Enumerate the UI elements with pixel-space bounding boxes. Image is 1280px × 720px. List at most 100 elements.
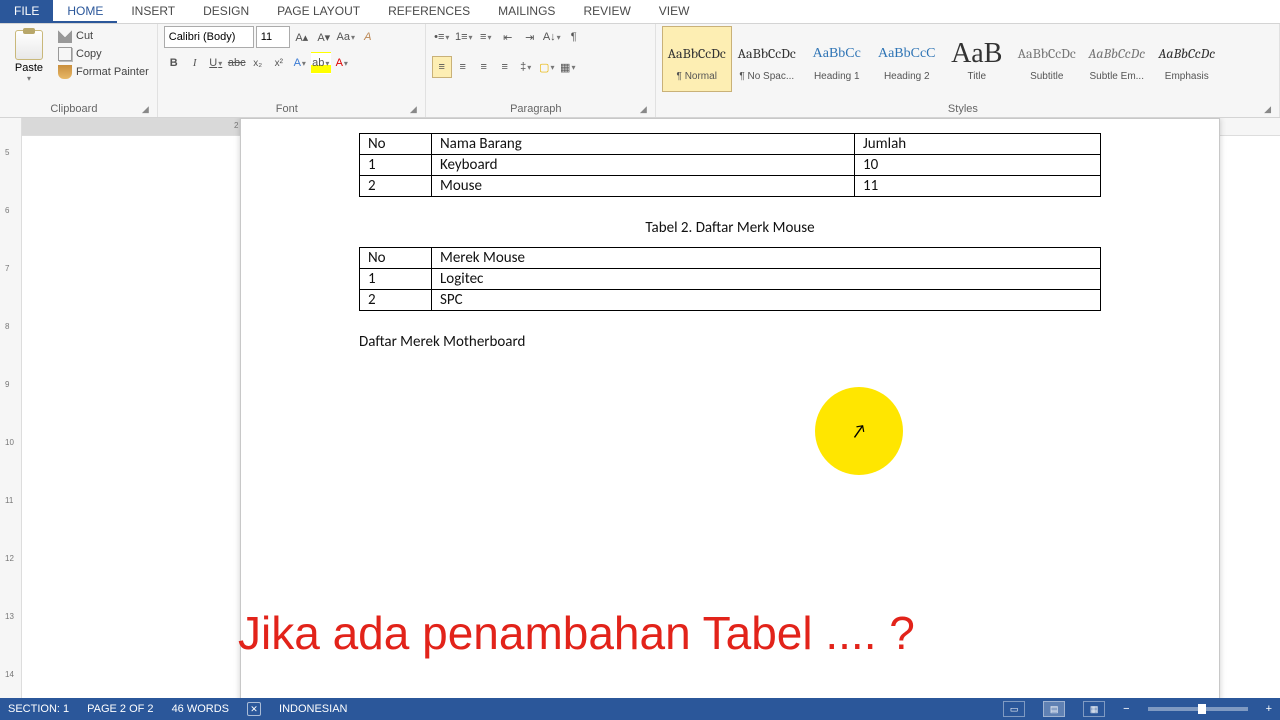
- table-cell[interactable]: SPC: [432, 290, 1101, 311]
- table-1[interactable]: No Nama Barang Jumlah 1 Keyboard 10 2 Mo…: [359, 133, 1101, 197]
- table-cell[interactable]: Keyboard: [432, 155, 855, 176]
- style-swatch[interactable]: AaBbCcCHeading 2: [872, 26, 942, 92]
- superscript-button[interactable]: x²: [269, 52, 289, 74]
- style-swatch[interactable]: AaBbCcDcEmphasis: [1152, 26, 1222, 92]
- shading-button[interactable]: ▢: [537, 56, 557, 78]
- bullets-button[interactable]: •≡: [432, 26, 452, 48]
- table-cell[interactable]: 2: [360, 176, 432, 197]
- status-words[interactable]: 46 WORDS: [172, 703, 229, 715]
- clipboard-group-label: Clipboard: [6, 101, 142, 117]
- format-painter-button[interactable]: Format Painter: [56, 64, 151, 80]
- zoom-in-button[interactable]: +: [1266, 703, 1272, 715]
- copy-button[interactable]: Copy: [56, 46, 151, 62]
- style-swatch[interactable]: AaBbCcDc¶ Normal: [662, 26, 732, 92]
- tab-page-layout[interactable]: PAGE LAYOUT: [263, 0, 374, 23]
- table-cell[interactable]: Nama Barang: [432, 134, 855, 155]
- zoom-out-button[interactable]: −: [1123, 703, 1129, 715]
- style-preview: AaBbCcDc: [1158, 37, 1215, 71]
- tab-insert[interactable]: INSERT: [117, 0, 189, 23]
- style-swatch[interactable]: AaBbCcDcSubtitle: [1012, 26, 1082, 92]
- multilevel-button[interactable]: ≡: [476, 26, 496, 48]
- change-case-button[interactable]: Aa: [336, 26, 356, 48]
- decrease-indent-button[interactable]: ⇤: [498, 26, 518, 48]
- paste-button[interactable]: Paste ▾: [6, 26, 52, 83]
- strikethrough-button[interactable]: abc: [227, 52, 247, 74]
- table-cell[interactable]: 1: [360, 269, 432, 290]
- align-right-button[interactable]: ≡: [474, 56, 494, 78]
- borders-button[interactable]: ▦: [558, 56, 578, 78]
- ruler-tick: 6: [5, 206, 9, 215]
- styles-gallery[interactable]: AaBbCcDc¶ NormalAaBbCcDc¶ No Spac...AaBb…: [662, 26, 1273, 92]
- table-row[interactable]: 2 Mouse 11: [360, 176, 1101, 197]
- clipboard-dialog-launcher[interactable]: ◢: [142, 104, 151, 115]
- table-cell[interactable]: No: [360, 134, 432, 155]
- italic-button[interactable]: I: [185, 52, 205, 74]
- table-cell[interactable]: Logitec: [432, 269, 1101, 290]
- paragraph-dialog-launcher[interactable]: ◢: [640, 104, 649, 115]
- table-row[interactable]: 1 Logitec: [360, 269, 1101, 290]
- show-marks-button[interactable]: ¶: [564, 26, 584, 48]
- proofing-icon[interactable]: ✕: [247, 702, 261, 716]
- style-swatch[interactable]: AaBbCcDc¶ No Spac...: [732, 26, 802, 92]
- style-swatch[interactable]: AaBTitle: [942, 26, 1012, 92]
- table-cell[interactable]: No: [360, 248, 432, 269]
- status-page[interactable]: PAGE 2 OF 2: [87, 703, 153, 715]
- highlight-button[interactable]: ab: [311, 52, 331, 74]
- table-cell[interactable]: 1: [360, 155, 432, 176]
- status-language[interactable]: INDONESIAN: [279, 703, 347, 715]
- status-section[interactable]: SECTION: 1: [8, 703, 69, 715]
- table-row[interactable]: No Merek Mouse: [360, 248, 1101, 269]
- print-layout-button[interactable]: ▤: [1043, 701, 1065, 717]
- style-swatch[interactable]: AaBbCcHeading 1: [802, 26, 872, 92]
- read-mode-button[interactable]: ▭: [1003, 701, 1025, 717]
- bold-button[interactable]: B: [164, 52, 184, 74]
- styles-group-label: Styles: [662, 101, 1264, 117]
- sort-button[interactable]: A↓: [542, 26, 562, 48]
- underline-button[interactable]: U: [206, 52, 226, 74]
- align-left-button[interactable]: ≡: [432, 56, 452, 78]
- text-effects-button[interactable]: A: [290, 52, 310, 74]
- table-row[interactable]: No Nama Barang Jumlah: [360, 134, 1101, 155]
- table-cell[interactable]: 10: [855, 155, 1101, 176]
- increase-indent-button[interactable]: ⇥: [520, 26, 540, 48]
- cut-button[interactable]: Cut: [56, 28, 151, 44]
- numbering-button[interactable]: 1≡: [454, 26, 474, 48]
- tab-file[interactable]: FILE: [0, 0, 53, 23]
- tab-references[interactable]: REFERENCES: [374, 0, 484, 23]
- style-name: Subtle Em...: [1090, 71, 1144, 82]
- clear-formatting-button[interactable]: A: [358, 26, 378, 48]
- table-caption-2[interactable]: Tabel 2. Daftar Merk Mouse: [359, 219, 1101, 237]
- styles-dialog-launcher[interactable]: ◢: [1264, 104, 1273, 115]
- grow-font-button[interactable]: A▴: [292, 26, 312, 48]
- line-spacing-button[interactable]: ‡: [516, 56, 536, 78]
- table-row[interactable]: 2 SPC: [360, 290, 1101, 311]
- table-cell[interactable]: Jumlah: [855, 134, 1101, 155]
- tab-home[interactable]: HOME: [53, 0, 117, 23]
- tab-design[interactable]: DESIGN: [189, 0, 263, 23]
- tab-mailings[interactable]: MAILINGS: [484, 0, 569, 23]
- table-cell[interactable]: 11: [855, 176, 1101, 197]
- ruler-tick: 10: [5, 438, 14, 447]
- align-center-button[interactable]: ≡: [453, 56, 473, 78]
- style-swatch[interactable]: AaBbCcDcSubtle Em...: [1082, 26, 1152, 92]
- justify-button[interactable]: ≡: [495, 56, 515, 78]
- table-row[interactable]: 1 Keyboard 10: [360, 155, 1101, 176]
- table-cell[interactable]: Merek Mouse: [432, 248, 1101, 269]
- style-preview: AaB: [951, 37, 1002, 71]
- web-layout-button[interactable]: ▦: [1083, 701, 1105, 717]
- table-2[interactable]: No Merek Mouse 1 Logitec 2 SPC: [359, 247, 1101, 311]
- vertical-ruler[interactable]: 567891011121314: [0, 118, 22, 698]
- font-dialog-launcher[interactable]: ◢: [410, 104, 419, 115]
- paragraph-text[interactable]: Daftar Merek Motherboard: [359, 333, 1101, 351]
- tab-review[interactable]: REVIEW: [569, 0, 644, 23]
- shrink-font-button[interactable]: A▾: [314, 26, 334, 48]
- subscript-button[interactable]: x₂: [248, 52, 268, 74]
- font-color-button[interactable]: A: [332, 52, 352, 74]
- tab-view[interactable]: VIEW: [645, 0, 704, 23]
- table-cell[interactable]: Mouse: [432, 176, 855, 197]
- font-name-input[interactable]: [164, 26, 254, 48]
- style-preview: AaBbCcC: [878, 37, 936, 71]
- table-cell[interactable]: 2: [360, 290, 432, 311]
- font-size-input[interactable]: [256, 26, 290, 48]
- zoom-slider[interactable]: [1148, 707, 1248, 711]
